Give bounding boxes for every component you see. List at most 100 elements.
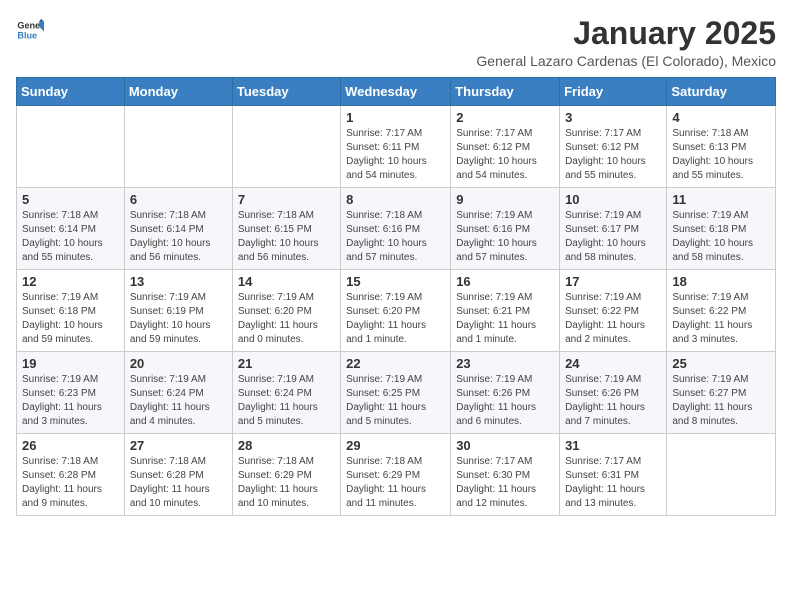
- calendar-cell: 26Sunrise: 7:18 AM Sunset: 6:28 PM Dayli…: [17, 434, 125, 516]
- calendar-cell: 29Sunrise: 7:18 AM Sunset: 6:29 PM Dayli…: [341, 434, 451, 516]
- weekday-header-monday: Monday: [124, 78, 232, 106]
- day-number: 24: [565, 356, 661, 371]
- day-info: Sunrise: 7:19 AM Sunset: 6:22 PM Dayligh…: [672, 291, 770, 347]
- day-number: 30: [456, 438, 554, 453]
- location-title: General Lazaro Cardenas (El Colorado), M…: [476, 53, 776, 69]
- calendar-cell: 30Sunrise: 7:17 AM Sunset: 6:30 PM Dayli…: [451, 434, 560, 516]
- day-number: 31: [565, 438, 661, 453]
- day-number: 7: [238, 192, 335, 207]
- day-info: Sunrise: 7:19 AM Sunset: 6:19 PM Dayligh…: [130, 291, 227, 347]
- calendar-cell: [232, 106, 340, 188]
- day-info: Sunrise: 7:18 AM Sunset: 6:14 PM Dayligh…: [130, 209, 227, 265]
- calendar-cell: 3Sunrise: 7:17 AM Sunset: 6:12 PM Daylig…: [560, 106, 667, 188]
- day-info: Sunrise: 7:19 AM Sunset: 6:24 PM Dayligh…: [238, 373, 335, 429]
- day-info: Sunrise: 7:19 AM Sunset: 6:18 PM Dayligh…: [672, 209, 770, 265]
- weekday-header-friday: Friday: [560, 78, 667, 106]
- day-info: Sunrise: 7:19 AM Sunset: 6:18 PM Dayligh…: [22, 291, 119, 347]
- month-title: January 2025: [476, 16, 776, 51]
- day-number: 21: [238, 356, 335, 371]
- calendar-table: SundayMondayTuesdayWednesdayThursdayFrid…: [16, 77, 776, 516]
- calendar-cell: 27Sunrise: 7:18 AM Sunset: 6:28 PM Dayli…: [124, 434, 232, 516]
- calendar-cell: 28 Sunrise: 7:18 AM Sunset: 6:29 PM Dayli…: [232, 434, 340, 516]
- day-info: Sunrise: 7:19 AM Sunset: 6:23 PM Dayligh…: [22, 373, 119, 429]
- calendar-cell: 8 Sunrise: 7:18 AM Sunset: 6:16 PM Daylig…: [341, 188, 451, 270]
- day-number: 29: [346, 438, 445, 453]
- calendar-cell: 22Sunrise: 7:19 AM Sunset: 6:25 PM Dayli…: [341, 352, 451, 434]
- day-number: 23: [456, 356, 554, 371]
- calendar-cell: 31 Sunrise: 7:17 AM Sunset: 6:31 PM Dayli…: [560, 434, 667, 516]
- day-number: 25: [672, 356, 770, 371]
- weekday-header-tuesday: Tuesday: [232, 78, 340, 106]
- calendar-cell: 23 Sunrise: 7:19 AM Sunset: 6:26 PM Dayli…: [451, 352, 560, 434]
- day-info: Sunrise: 7:18 AM Sunset: 6:15 PM Dayligh…: [238, 209, 335, 265]
- day-number: 12: [22, 274, 119, 289]
- day-info: Sunrise: 7:19 AM Sunset: 6:26 PM Dayligh…: [456, 373, 554, 429]
- day-info: Sunrise: 7:19 AM Sunset: 6:25 PM Dayligh…: [346, 373, 445, 429]
- calendar-cell: 21 Sunrise: 7:19 AM Sunset: 6:24 PM Dayli…: [232, 352, 340, 434]
- day-info: Sunrise: 7:18 AM Sunset: 6:28 PM Dayligh…: [130, 455, 227, 511]
- calendar-cell: 1Sunrise: 7:17 AM Sunset: 6:11 PM Daylig…: [341, 106, 451, 188]
- day-info: Sunrise: 7:18 AM Sunset: 6:29 PM Dayligh…: [238, 455, 335, 511]
- calendar-cell: 5Sunrise: 7:18 AM Sunset: 6:14 PM Daylig…: [17, 188, 125, 270]
- calendar-cell: 14 Sunrise: 7:19 AM Sunset: 6:20 PM Dayli…: [232, 270, 340, 352]
- day-number: 28: [238, 438, 335, 453]
- calendar-cell: 12 Sunrise: 7:19 AM Sunset: 6:18 PM Dayli…: [17, 270, 125, 352]
- calendar-cell: 18 Sunrise: 7:19 AM Sunset: 6:22 PM Dayli…: [667, 270, 776, 352]
- weekday-header-row: SundayMondayTuesdayWednesdayThursdayFrid…: [17, 78, 776, 106]
- day-number: 19: [22, 356, 119, 371]
- calendar-cell: [667, 434, 776, 516]
- calendar-cell: 7 Sunrise: 7:18 AM Sunset: 6:15 PM Daylig…: [232, 188, 340, 270]
- day-number: 20: [130, 356, 227, 371]
- day-number: 3: [565, 110, 661, 125]
- logo-icon: General Blue: [16, 16, 44, 44]
- day-number: 2: [456, 110, 554, 125]
- weekday-header-sunday: Sunday: [17, 78, 125, 106]
- calendar-cell: 19 Sunrise: 7:19 AM Sunset: 6:23 PM Dayli…: [17, 352, 125, 434]
- day-info: Sunrise: 7:19 AM Sunset: 6:16 PM Dayligh…: [456, 209, 554, 265]
- calendar-cell: 9 Sunrise: 7:19 AM Sunset: 6:16 PM Daylig…: [451, 188, 560, 270]
- calendar-cell: 11 Sunrise: 7:19 AM Sunset: 6:18 PM Dayli…: [667, 188, 776, 270]
- day-number: 13: [130, 274, 227, 289]
- day-info: Sunrise: 7:19 AM Sunset: 6:20 PM Dayligh…: [238, 291, 335, 347]
- week-row-1: 1Sunrise: 7:17 AM Sunset: 6:11 PM Daylig…: [17, 106, 776, 188]
- day-number: 9: [456, 192, 554, 207]
- logo: General Blue: [16, 16, 44, 44]
- day-info: Sunrise: 7:17 AM Sunset: 6:12 PM Dayligh…: [456, 127, 554, 183]
- svg-text:Blue: Blue: [17, 30, 37, 40]
- day-info: Sunrise: 7:17 AM Sunset: 6:11 PM Dayligh…: [346, 127, 445, 183]
- day-number: 15: [346, 274, 445, 289]
- calendar-cell: 4 Sunrise: 7:18 AM Sunset: 6:13 PM Daylig…: [667, 106, 776, 188]
- weekday-header-thursday: Thursday: [451, 78, 560, 106]
- day-number: 18: [672, 274, 770, 289]
- week-row-4: 19 Sunrise: 7:19 AM Sunset: 6:23 PM Dayli…: [17, 352, 776, 434]
- day-info: Sunrise: 7:19 AM Sunset: 6:20 PM Dayligh…: [346, 291, 445, 347]
- day-info: Sunrise: 7:18 AM Sunset: 6:16 PM Dayligh…: [346, 209, 445, 265]
- day-number: 8: [346, 192, 445, 207]
- day-number: 6: [130, 192, 227, 207]
- calendar-cell: 20Sunrise: 7:19 AM Sunset: 6:24 PM Dayli…: [124, 352, 232, 434]
- day-number: 10: [565, 192, 661, 207]
- day-info: Sunrise: 7:18 AM Sunset: 6:28 PM Dayligh…: [22, 455, 119, 511]
- calendar-cell: 16Sunrise: 7:19 AM Sunset: 6:21 PM Dayli…: [451, 270, 560, 352]
- day-info: Sunrise: 7:19 AM Sunset: 6:26 PM Dayligh…: [565, 373, 661, 429]
- day-info: Sunrise: 7:19 AM Sunset: 6:27 PM Dayligh…: [672, 373, 770, 429]
- calendar-cell: 13 Sunrise: 7:19 AM Sunset: 6:19 PM Dayli…: [124, 270, 232, 352]
- day-number: 4: [672, 110, 770, 125]
- day-info: Sunrise: 7:17 AM Sunset: 6:31 PM Dayligh…: [565, 455, 661, 511]
- calendar-cell: 25 Sunrise: 7:19 AM Sunset: 6:27 PM Dayli…: [667, 352, 776, 434]
- day-number: 11: [672, 192, 770, 207]
- day-info: Sunrise: 7:19 AM Sunset: 6:22 PM Dayligh…: [565, 291, 661, 347]
- calendar-cell: [17, 106, 125, 188]
- day-info: Sunrise: 7:19 AM Sunset: 6:21 PM Dayligh…: [456, 291, 554, 347]
- day-number: 14: [238, 274, 335, 289]
- calendar-cell: 17Sunrise: 7:19 AM Sunset: 6:22 PM Dayli…: [560, 270, 667, 352]
- calendar-cell: 15 Sunrise: 7:19 AM Sunset: 6:20 PM Dayli…: [341, 270, 451, 352]
- week-row-2: 5 Sunrise: 7:18 AM Sunset: 6:14 PM Daylig…: [17, 188, 776, 270]
- day-number: 5: [22, 192, 119, 207]
- day-info: Sunrise: 7:19 AM Sunset: 6:17 PM Dayligh…: [565, 209, 661, 265]
- calendar-cell: 6 Sunrise: 7:18 AM Sunset: 6:14 PM Daylig…: [124, 188, 232, 270]
- calendar-cell: 2 Sunrise: 7:17 AM Sunset: 6:12 PM Daylig…: [451, 106, 560, 188]
- day-info: Sunrise: 7:18 AM Sunset: 6:13 PM Dayligh…: [672, 127, 770, 183]
- week-row-3: 12 Sunrise: 7:19 AM Sunset: 6:18 PM Dayli…: [17, 270, 776, 352]
- weekday-header-wednesday: Wednesday: [341, 78, 451, 106]
